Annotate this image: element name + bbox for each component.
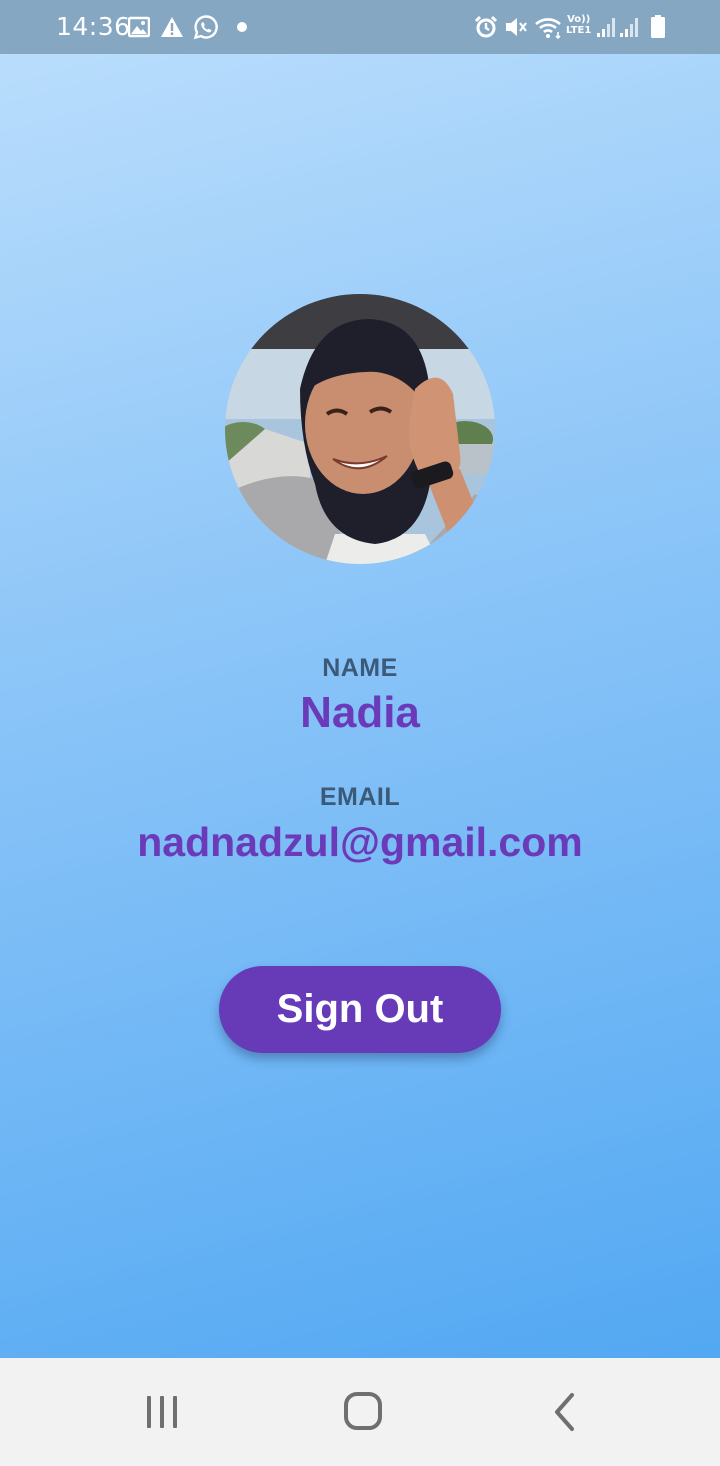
- home-icon[interactable]: [333, 1384, 393, 1440]
- recents-icon[interactable]: [132, 1384, 192, 1440]
- dot-icon: [237, 22, 247, 32]
- nav-bar: [0, 1358, 720, 1466]
- signal-icon: [620, 18, 638, 37]
- status-time: 14:36: [56, 12, 131, 41]
- mute-icon: [506, 18, 527, 36]
- battery-icon: [651, 15, 665, 38]
- signal-icon: [597, 18, 615, 37]
- back-icon[interactable]: [535, 1384, 595, 1440]
- profile-photo: [225, 294, 495, 564]
- screen: 14:36 Vo)) LTE1 NAME Nadia EMAIL nadnadz…: [0, 0, 720, 1466]
- sign-out-button[interactable]: Sign Out: [219, 966, 501, 1053]
- whatsapp-icon: [193, 15, 218, 40]
- status-bar: 14:36 Vo)) LTE1: [0, 0, 720, 54]
- email-value: nadnadzul@gmail.com: [137, 819, 583, 865]
- warning-icon: [161, 17, 183, 37]
- gallery-icon: [128, 16, 150, 38]
- name-label: NAME: [322, 654, 398, 682]
- name-value: Nadia: [300, 688, 420, 737]
- email-label: EMAIL: [319, 783, 401, 811]
- alarm-icon: [474, 15, 498, 38]
- profile-screen: NAME Nadia EMAIL nadnadzul@gmail.com Sig…: [0, 54, 720, 1358]
- volte-icon: Vo)) LTE1: [566, 14, 592, 36]
- wifi-icon: [535, 18, 561, 40]
